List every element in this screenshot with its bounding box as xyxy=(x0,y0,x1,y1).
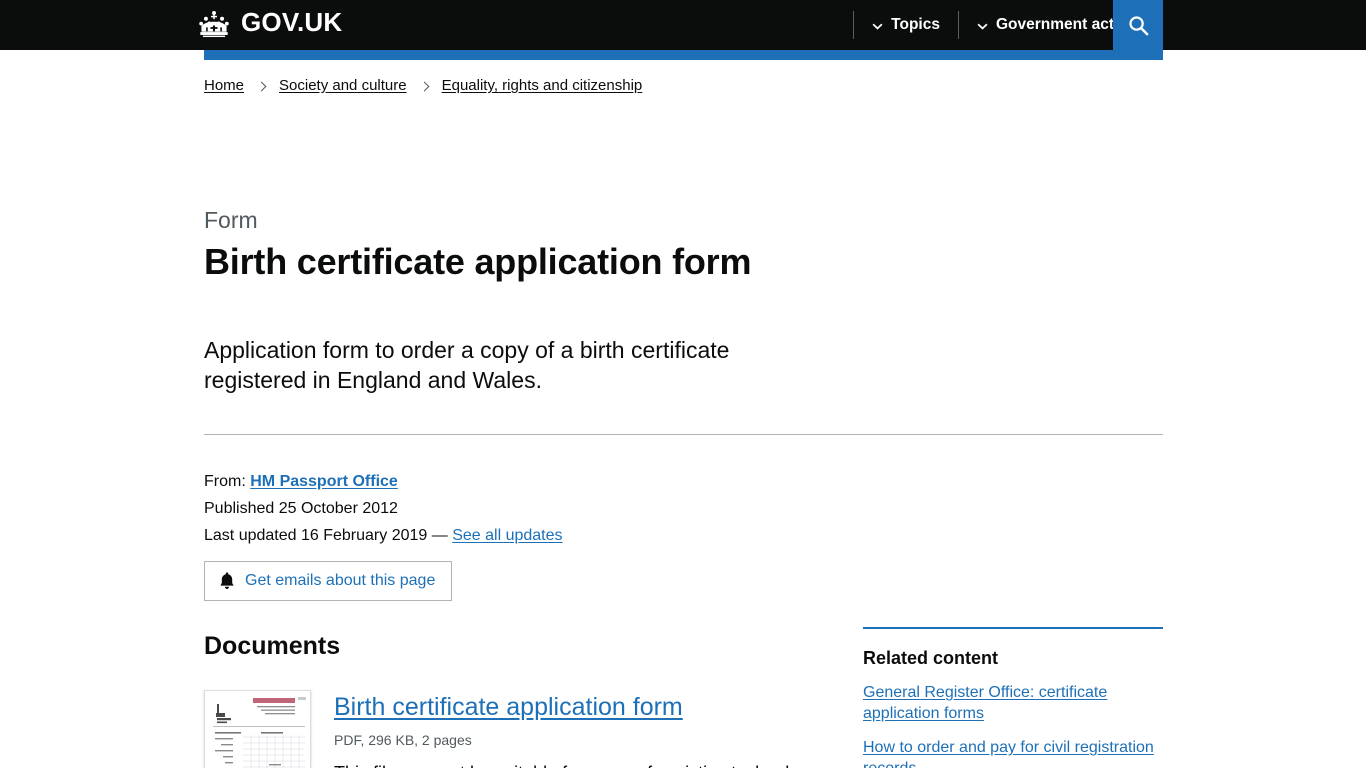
nav-item-topics[interactable]: Topics xyxy=(854,0,958,50)
get-emails-button-label: Get emails about this page xyxy=(245,572,436,589)
metadata-updated-row: Last updated 16 February 2019 — See all … xyxy=(204,522,563,549)
see-all-updates-link[interactable]: See all updates xyxy=(452,527,562,544)
chevron-right-icon xyxy=(256,81,267,91)
attachment-file-meta: PDF, 296 KB, 2 pages xyxy=(334,732,472,748)
page-description: Application form to order a copy of a bi… xyxy=(204,337,730,393)
search-button[interactable] xyxy=(1113,0,1163,50)
govuk-logo-text: GOV.UK xyxy=(241,7,343,37)
related-content-heading: Related content xyxy=(863,648,999,668)
attachment-item: Birth certificate application form PDF, … xyxy=(204,690,822,768)
published-label: Published xyxy=(204,500,275,517)
chevron-down-icon xyxy=(977,21,988,30)
attachment-title-link[interactable]: Birth certificate application form xyxy=(334,692,683,722)
breadcrumb: Home Society and culture Equality, right… xyxy=(204,76,642,96)
document-type-label: Form xyxy=(204,207,258,233)
page-title: Birth certificate application form xyxy=(204,241,752,282)
related-content-panel: Related content General Register Office:… xyxy=(863,627,1163,768)
publication-metadata: From: HM Passport Office Published 25 Oc… xyxy=(204,468,563,549)
from-label: From: xyxy=(204,473,246,490)
related-link-how-to-order-and-pay[interactable]: How to order and pay for civil registrat… xyxy=(863,737,1163,768)
bell-icon xyxy=(219,572,235,590)
header-accent-bar xyxy=(204,50,1163,60)
section-divider xyxy=(204,434,1163,435)
last-updated-label: Last updated xyxy=(204,527,297,544)
last-updated-date: 16 February 2019 xyxy=(300,527,428,544)
documents-heading: Documents xyxy=(204,632,341,660)
published-date: 25 October 2012 xyxy=(278,500,398,517)
govuk-logo-link[interactable]: GOV.UK xyxy=(196,7,342,40)
nav-item-topics-label: Topics xyxy=(891,16,940,33)
attachment-details: Birth certificate application form PDF, … xyxy=(334,690,822,768)
title-block: Form Birth certificate application form xyxy=(204,205,844,283)
attachment-accessibility-note: This file may not be suitable for users … xyxy=(334,761,822,768)
search-icon xyxy=(1128,15,1149,36)
get-emails-button[interactable]: Get emails about this page xyxy=(204,561,453,601)
chevron-down-icon xyxy=(872,21,883,30)
chevron-right-icon xyxy=(419,81,430,91)
related-link-general-register-office[interactable]: General Register Office: certificate app… xyxy=(863,682,1163,724)
crown-icon xyxy=(196,9,232,39)
metadata-published-row: Published 25 October 2012 xyxy=(204,495,563,522)
global-header: GOV.UK Topics Government activity xyxy=(0,0,1366,60)
organisation-link[interactable]: HM Passport Office xyxy=(250,473,398,490)
metadata-dash: — xyxy=(431,527,448,544)
breadcrumb-item-home[interactable]: Home xyxy=(204,76,244,96)
document-thumbnail[interactable] xyxy=(204,690,311,768)
metadata-from-row: From: HM Passport Office xyxy=(204,468,563,495)
breadcrumb-item-equality-rights-and-citizenship[interactable]: Equality, rights and citizenship xyxy=(442,76,643,96)
breadcrumb-item-society-and-culture[interactable]: Society and culture xyxy=(279,76,407,96)
